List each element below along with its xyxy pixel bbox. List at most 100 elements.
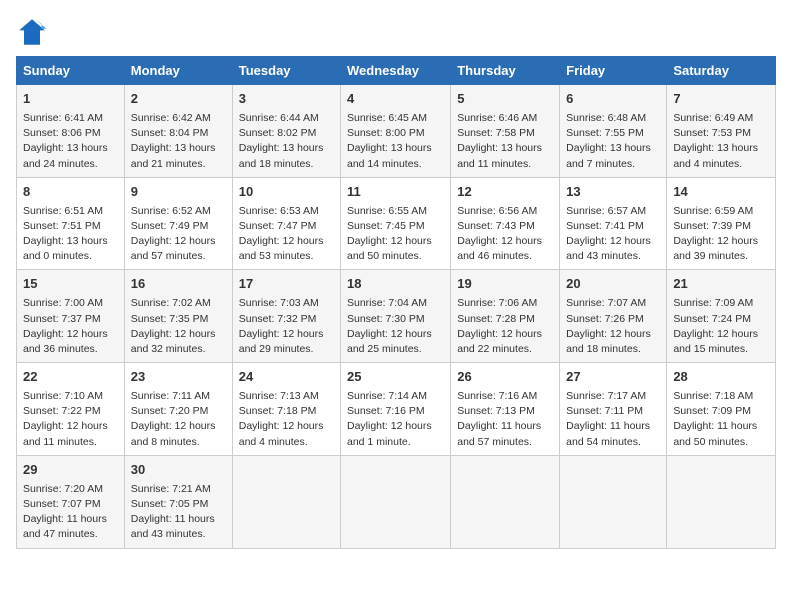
day-detail: Sunset: 7:05 PM — [131, 497, 226, 512]
day-detail: Sunrise: 7:18 AM — [673, 389, 769, 404]
day-detail: Daylight: 12 hours — [457, 234, 553, 249]
day-detail: Daylight: 12 hours — [347, 234, 444, 249]
day-detail: and 46 minutes. — [457, 249, 553, 264]
day-detail: Sunrise: 7:14 AM — [347, 389, 444, 404]
header-cell-thursday: Thursday — [451, 57, 560, 85]
day-detail: Daylight: 12 hours — [566, 234, 660, 249]
day-detail: and 15 minutes. — [673, 342, 769, 357]
day-number: 10 — [239, 183, 334, 202]
day-detail: Daylight: 12 hours — [239, 234, 334, 249]
day-detail: Sunset: 7:32 PM — [239, 312, 334, 327]
day-detail: and 4 minutes. — [239, 435, 334, 450]
day-detail: Sunset: 7:58 PM — [457, 126, 553, 141]
day-detail: Sunset: 7:07 PM — [23, 497, 118, 512]
day-detail: Daylight: 12 hours — [347, 327, 444, 342]
day-number: 15 — [23, 275, 118, 294]
day-detail: Sunrise: 7:10 AM — [23, 389, 118, 404]
day-number: 4 — [347, 90, 444, 109]
day-detail: Daylight: 11 hours — [566, 419, 660, 434]
day-detail: Sunset: 8:06 PM — [23, 126, 118, 141]
day-number: 19 — [457, 275, 553, 294]
logo — [16, 16, 52, 48]
day-detail: Sunset: 7:49 PM — [131, 219, 226, 234]
day-detail: Daylight: 13 hours — [347, 141, 444, 156]
day-detail: Daylight: 11 hours — [673, 419, 769, 434]
day-detail: Sunrise: 6:55 AM — [347, 204, 444, 219]
day-number: 16 — [131, 275, 226, 294]
day-detail: Sunrise: 6:53 AM — [239, 204, 334, 219]
day-number: 23 — [131, 368, 226, 387]
header-cell-sunday: Sunday — [17, 57, 125, 85]
day-number: 20 — [566, 275, 660, 294]
day-detail: Sunset: 7:28 PM — [457, 312, 553, 327]
day-detail: Sunset: 8:04 PM — [131, 126, 226, 141]
day-detail: Sunset: 7:39 PM — [673, 219, 769, 234]
day-detail: Daylight: 11 hours — [457, 419, 553, 434]
day-detail: Sunset: 7:35 PM — [131, 312, 226, 327]
calendar-cell-1-6: 14 Sunrise: 6:59 AMSunset: 7:39 PMDayligh… — [667, 177, 776, 270]
day-number: 1 — [23, 90, 118, 109]
day-detail: Daylight: 12 hours — [23, 419, 118, 434]
day-detail: and 36 minutes. — [23, 342, 118, 357]
day-detail: Sunrise: 6:59 AM — [673, 204, 769, 219]
day-number: 7 — [673, 90, 769, 109]
calendar-cell-2-4: 19 Sunrise: 7:06 AMSunset: 7:28 PMDayligh… — [451, 270, 560, 363]
day-number: 17 — [239, 275, 334, 294]
day-detail: Sunset: 7:16 PM — [347, 404, 444, 419]
day-detail: Sunset: 8:02 PM — [239, 126, 334, 141]
day-detail: Daylight: 12 hours — [673, 234, 769, 249]
day-detail: Daylight: 12 hours — [23, 327, 118, 342]
day-detail: and 43 minutes. — [566, 249, 660, 264]
day-detail: Sunset: 7:11 PM — [566, 404, 660, 419]
day-detail: Sunrise: 6:44 AM — [239, 111, 334, 126]
day-detail: Sunrise: 7:02 AM — [131, 296, 226, 311]
day-detail: Sunrise: 7:21 AM — [131, 482, 226, 497]
day-detail: Sunset: 7:26 PM — [566, 312, 660, 327]
day-number: 2 — [131, 90, 226, 109]
calendar-cell-0-0: 1Sunrise: 6:41 AMSunset: 8:06 PMDaylight… — [17, 85, 125, 178]
calendar-cell-4-1: 30Sunrise: 7:21 AMSunset: 7:05 PMDayligh… — [124, 455, 232, 548]
day-detail: Sunset: 7:41 PM — [566, 219, 660, 234]
day-detail: Daylight: 12 hours — [239, 327, 334, 342]
day-number: 28 — [673, 368, 769, 387]
day-detail: Daylight: 13 hours — [23, 141, 118, 156]
day-detail: Sunrise: 7:13 AM — [239, 389, 334, 404]
calendar-cell-2-5: 20Sunrise: 7:07 AMSunset: 7:26 PMDayligh… — [560, 270, 667, 363]
day-detail: Sunrise: 7:16 AM — [457, 389, 553, 404]
calendar-cell-4-4 — [451, 455, 560, 548]
day-detail: Sunset: 7:47 PM — [239, 219, 334, 234]
calendar-cell-1-0: 8Sunrise: 6:51 AMSunset: 7:51 PMDaylight… — [17, 177, 125, 270]
day-detail: and 43 minutes. — [131, 527, 226, 542]
day-detail: Daylight: 13 hours — [566, 141, 660, 156]
calendar-cell-1-2: 10 Sunrise: 6:53 AMSunset: 7:47 PMDayligh… — [232, 177, 340, 270]
day-number: 3 — [239, 90, 334, 109]
day-number: 11 — [347, 183, 444, 202]
day-detail: Sunset: 7:51 PM — [23, 219, 118, 234]
day-detail: Sunset: 7:13 PM — [457, 404, 553, 419]
calendar-cell-2-1: 16 Sunrise: 7:02 AMSunset: 7:35 PMDayligh… — [124, 270, 232, 363]
calendar-cell-0-5: 6Sunrise: 6:48 AMSunset: 7:55 PMDaylight… — [560, 85, 667, 178]
calendar-cell-3-3: 25Sunrise: 7:14 AMSunset: 7:16 PMDayligh… — [341, 363, 451, 456]
day-detail: and 21 minutes. — [131, 157, 226, 172]
day-detail: Sunset: 7:24 PM — [673, 312, 769, 327]
day-number: 25 — [347, 368, 444, 387]
day-detail: and 47 minutes. — [23, 527, 118, 542]
day-detail: Sunrise: 6:56 AM — [457, 204, 553, 219]
day-detail: and 54 minutes. — [566, 435, 660, 450]
calendar-cell-4-6 — [667, 455, 776, 548]
day-detail: and 29 minutes. — [239, 342, 334, 357]
day-detail: Sunrise: 7:11 AM — [131, 389, 226, 404]
header — [16, 16, 776, 48]
day-detail: Sunrise: 7:20 AM — [23, 482, 118, 497]
day-detail: Daylight: 12 hours — [131, 327, 226, 342]
day-detail: Sunrise: 7:06 AM — [457, 296, 553, 311]
week-row-3: 22Sunrise: 7:10 AMSunset: 7:22 PMDayligh… — [17, 363, 776, 456]
week-row-2: 15Sunrise: 7:00 AMSunset: 7:37 PMDayligh… — [17, 270, 776, 363]
calendar-cell-1-4: 12Sunrise: 6:56 AMSunset: 7:43 PMDayligh… — [451, 177, 560, 270]
week-row-4: 29Sunrise: 7:20 AMSunset: 7:07 PMDayligh… — [17, 455, 776, 548]
calendar-cell-0-4: 5Sunrise: 6:46 AMSunset: 7:58 PMDaylight… — [451, 85, 560, 178]
day-number: 14 — [673, 183, 769, 202]
day-number: 8 — [23, 183, 118, 202]
calendar-cell-3-2: 24Sunrise: 7:13 AMSunset: 7:18 PMDayligh… — [232, 363, 340, 456]
day-detail: Daylight: 12 hours — [457, 327, 553, 342]
